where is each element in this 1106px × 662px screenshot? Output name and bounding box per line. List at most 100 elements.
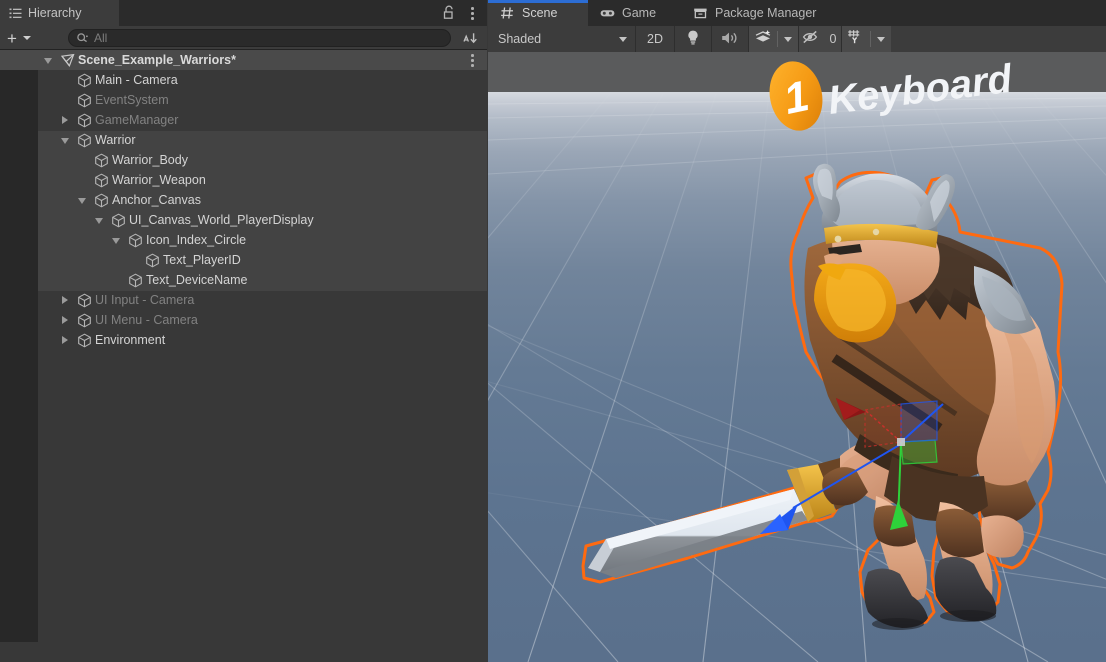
scene-grid-lines xyxy=(488,92,1106,662)
gameobject-cube-icon xyxy=(77,313,92,328)
scene-effects-dropdown[interactable] xyxy=(778,26,798,52)
hierarchy-row-label: Anchor_Canvas xyxy=(112,193,201,207)
scene-viewport[interactable]: 1 Keyboard xyxy=(488,52,1106,662)
hierarchy-row[interactable]: Warrior xyxy=(0,130,487,150)
scene-lighting-toggle[interactable] xyxy=(675,26,711,52)
draw-mode-dropdown[interactable]: Shaded xyxy=(488,26,635,52)
gameobject-cube-icon xyxy=(128,233,143,248)
chevron-down-icon xyxy=(784,37,792,42)
hierarchy-row[interactable]: UI Menu - Camera xyxy=(0,310,487,330)
scene-row-kebab-icon[interactable] xyxy=(465,52,479,68)
gameobject-cube-icon xyxy=(128,273,143,288)
unity-editor-window: Hierarchy + xyxy=(0,0,1106,662)
hierarchy-menu-kebab-icon[interactable] xyxy=(465,4,479,21)
grid-hash-icon xyxy=(500,6,515,20)
gameobject-cube-icon xyxy=(77,93,92,108)
hierarchy-row-label: Scene_Example_Warriors* xyxy=(78,53,236,67)
gameobject-cube-icon xyxy=(145,253,160,268)
scene-panel: Scene Game xyxy=(488,0,1106,662)
tab-package-manager-label: Package Manager xyxy=(715,6,816,20)
scene-effects-group xyxy=(749,26,798,52)
gameobject-cube-icon xyxy=(111,213,126,228)
package-box-icon xyxy=(693,6,708,20)
hierarchy-row[interactable]: GameManager xyxy=(0,110,487,130)
expand-triangle-open-icon[interactable] xyxy=(112,238,120,244)
hidden-objects-group[interactable]: 0 xyxy=(799,26,841,52)
gizmos-group xyxy=(842,26,891,52)
chevron-down-icon xyxy=(877,37,885,42)
tab-game-label: Game xyxy=(622,6,656,20)
gameobject-cube-icon xyxy=(94,153,109,168)
tab-scene[interactable]: Scene xyxy=(488,0,588,26)
hierarchy-row[interactable]: Anchor_Canvas xyxy=(0,190,487,210)
hierarchy-row[interactable]: Text_PlayerID xyxy=(0,250,487,270)
expand-triangle-open-icon[interactable] xyxy=(95,218,103,224)
hierarchy-row[interactable]: Text_DeviceName xyxy=(0,270,487,290)
scene-tabbar: Scene Game xyxy=(488,0,1106,26)
hierarchy-row[interactable]: UI Input - Camera xyxy=(0,290,487,310)
gameobject-cube-icon xyxy=(94,193,109,208)
scene-icon xyxy=(60,53,76,68)
gameobject-cube-icon xyxy=(94,173,109,188)
gamepad-icon xyxy=(600,6,615,20)
expand-triangle-closed-icon[interactable] xyxy=(62,296,68,304)
hierarchy-row-label: UI Menu - Camera xyxy=(95,313,198,327)
gizmos-dropdown[interactable] xyxy=(871,26,891,52)
hierarchy-row-label: Text_PlayerID xyxy=(163,253,241,267)
gameobject-cube-icon xyxy=(77,133,92,148)
hierarchy-row[interactable]: Icon_Index_Circle xyxy=(0,230,487,250)
hidden-objects-count: 0 xyxy=(825,26,841,52)
expand-triangle-closed-icon[interactable] xyxy=(62,116,68,124)
tab-hierarchy[interactable]: Hierarchy xyxy=(0,0,119,26)
hierarchy-toolbar: + All xyxy=(0,26,487,50)
gameobject-cube-icon xyxy=(77,73,92,88)
tab-game[interactable]: Game xyxy=(588,0,681,26)
hierarchy-row[interactable]: Warrior_Body xyxy=(0,150,487,170)
hierarchy-row[interactable]: EventSystem xyxy=(0,90,487,110)
scene-audio-toggle[interactable] xyxy=(712,26,748,52)
hierarchy-row-label: Environment xyxy=(95,333,165,347)
tab-package-manager[interactable]: Package Manager xyxy=(681,0,861,26)
scene-effects-toggle[interactable] xyxy=(749,26,777,52)
hierarchy-row[interactable]: Environment xyxy=(0,330,487,350)
gizmos-toggle[interactable] xyxy=(842,26,870,52)
hierarchy-tabbar: Hierarchy xyxy=(0,0,487,26)
expand-triangle-open-icon[interactable] xyxy=(61,138,69,144)
expand-triangle-open-icon[interactable] xyxy=(78,198,86,204)
hierarchy-panel: Hierarchy + xyxy=(0,0,487,662)
hierarchy-row[interactable]: Warrior_Weapon xyxy=(0,170,487,190)
lightbulb-icon xyxy=(685,29,701,49)
scene-sky xyxy=(488,52,1106,93)
eye-crossed-icon xyxy=(802,29,822,50)
hidden-objects-toggle[interactable] xyxy=(799,26,825,52)
gameobject-cube-icon xyxy=(77,113,92,128)
hierarchy-row-label: Warrior_Weapon xyxy=(112,173,206,187)
hierarchy-row[interactable]: Scene_Example_Warriors* xyxy=(0,50,487,70)
hierarchy-row[interactable]: UI_Canvas_World_PlayerDisplay xyxy=(0,210,487,230)
sort-alphabetical-icon[interactable] xyxy=(458,28,482,48)
search-input-placeholder: All xyxy=(94,31,107,45)
hierarchy-tree[interactable]: Scene_Example_Warriors* Main - Camera Even… xyxy=(0,50,487,642)
fx-layers-icon xyxy=(754,28,773,50)
chevron-down-icon xyxy=(619,37,627,42)
hierarchy-row[interactable]: Main - Camera xyxy=(0,70,487,90)
search-icon xyxy=(76,32,89,45)
expand-triangle-closed-icon[interactable] xyxy=(62,316,68,324)
add-gameobject-button[interactable]: + xyxy=(5,29,43,47)
expand-triangle-closed-icon[interactable] xyxy=(62,336,68,344)
toggle-2d-label: 2D xyxy=(647,32,663,46)
chevron-down-icon xyxy=(23,36,31,40)
search-input[interactable]: All xyxy=(68,29,451,47)
plus-icon: + xyxy=(7,30,17,47)
speaker-icon xyxy=(721,30,740,49)
toggle-2d-button[interactable]: 2D xyxy=(636,26,674,52)
gizmos-grid-icon xyxy=(847,28,866,50)
hierarchy-list-icon xyxy=(9,7,22,20)
hierarchy-row-label: Warrior_Body xyxy=(112,153,188,167)
hierarchy-row-label: GameManager xyxy=(95,113,178,127)
hierarchy-row-label: EventSystem xyxy=(95,93,169,107)
draw-mode-label: Shaded xyxy=(498,32,541,46)
lock-open-icon[interactable] xyxy=(442,5,456,20)
expand-triangle-open-icon[interactable] xyxy=(44,58,52,64)
hierarchy-row-label: Icon_Index_Circle xyxy=(146,233,246,247)
